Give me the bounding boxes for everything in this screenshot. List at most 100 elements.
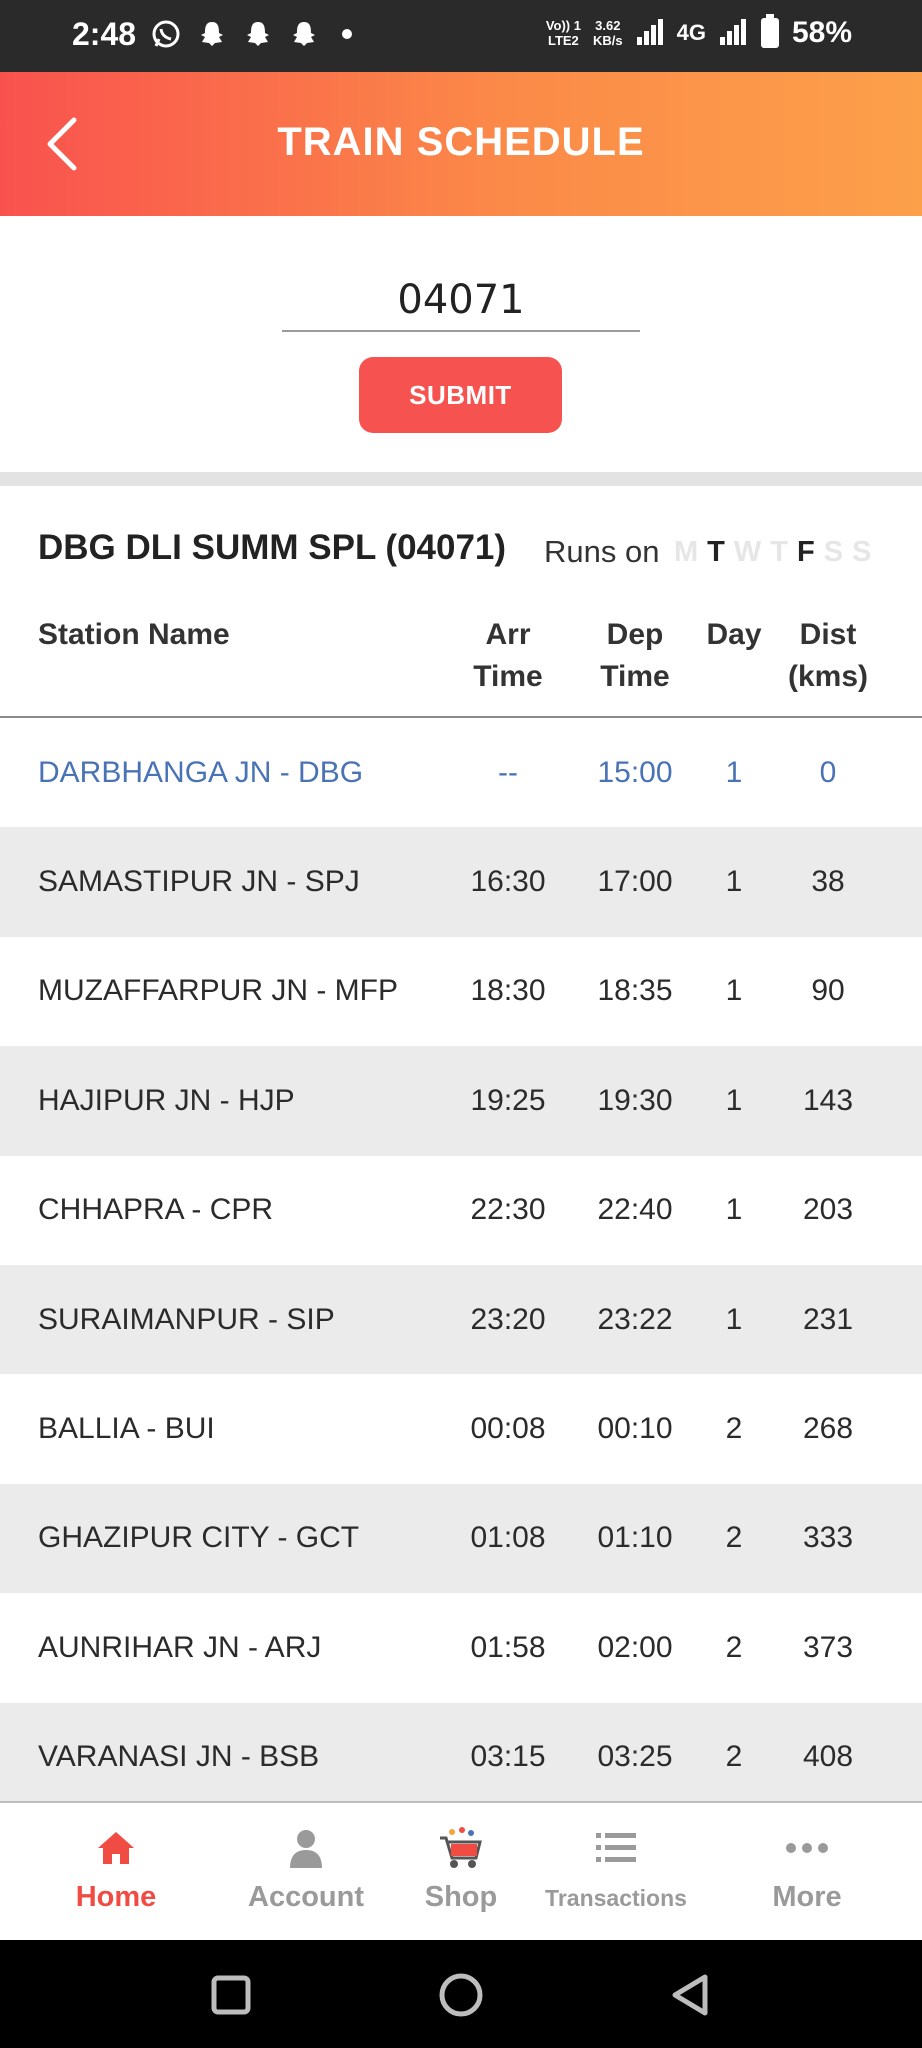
section-divider <box>0 472 922 486</box>
status-bar: 2:48 Vo)) 1 LTE2 3.62 KB/s 4G 58% <box>0 0 922 72</box>
runs-on-label: Runs on <box>544 534 660 569</box>
back-triangle-icon <box>672 1974 708 2016</box>
departure-time: 02:00 <box>597 1630 673 1664</box>
arrival-time: 00:08 <box>470 1412 546 1446</box>
departure-time: 17:00 <box>597 865 673 899</box>
network-speed: 3.62 KB/s <box>592 17 623 48</box>
arrival-time: 19:25 <box>470 1083 546 1117</box>
station-name: GHAZIPUR CITY - GCT <box>38 1521 360 1555</box>
distance: 203 <box>802 1193 854 1227</box>
day-number: 2 <box>725 1740 743 1774</box>
day-number: 1 <box>725 865 743 899</box>
day-number: 2 <box>725 1412 743 1446</box>
table-row[interactable]: MUZAFFARPUR JN - MFP 18:30 18:35 1 90 <box>0 937 922 1046</box>
header-dep-time: Dep Time <box>600 618 670 693</box>
running-days: MTWTFSS <box>674 536 871 569</box>
day-3: T <box>770 536 788 568</box>
departure-time: 19:30 <box>597 1083 673 1117</box>
departure-time: 15:00 <box>597 755 673 789</box>
day-number: 1 <box>725 974 743 1008</box>
departure-time: 23:22 <box>597 1302 673 1336</box>
header-station-name: Station Name <box>38 618 230 651</box>
train-number-field <box>282 262 640 332</box>
station-name: SURAIMANPUR - SIP <box>38 1302 335 1336</box>
snapchat-icon <box>196 18 228 50</box>
train-name: DBG DLI SUMM SPL (04071) <box>38 528 507 567</box>
battery-percent: 58% <box>791 15 852 49</box>
submit-button[interactable]: SUBMIT <box>359 357 562 433</box>
arrival-time: 16:30 <box>470 865 546 899</box>
departure-time: 03:25 <box>597 1740 673 1774</box>
day-0: M <box>674 536 699 568</box>
home-icon <box>96 1827 136 1869</box>
distance: 0 <box>819 755 837 789</box>
header-day: Day <box>706 618 762 651</box>
table-row[interactable]: HAJIPUR JN - HJP 19:25 19:30 1 143 <box>0 1046 922 1156</box>
distance: 143 <box>802 1083 854 1117</box>
distance: 231 <box>802 1302 854 1336</box>
table-row[interactable]: BALLIA - BUI 00:08 00:10 2 268 <box>0 1374 922 1483</box>
header-arr-time: Arr Time <box>473 618 543 693</box>
nav-shop[interactable]: Shop <box>416 1803 506 1940</box>
day-2: W <box>733 536 762 568</box>
table-row[interactable]: GHAZIPUR CITY - GCT 01:08 01:10 2 333 <box>0 1483 922 1594</box>
recents-button[interactable] <box>206 1970 256 2020</box>
arrival-time: 01:08 <box>470 1521 546 1555</box>
day-number: 1 <box>725 755 743 789</box>
station-name: HAJIPUR JN - HJP <box>38 1083 295 1117</box>
table-row[interactable]: DARBHANGA JN - DBG -- 15:00 1 0 <box>0 718 922 827</box>
snapchat-icon <box>242 18 274 50</box>
table-row[interactable]: CHHAPRA - CPR 22:30 22:40 1 203 <box>0 1156 922 1265</box>
distance: 38 <box>811 865 845 899</box>
recents-icon <box>211 1975 251 2015</box>
day-5: S <box>823 536 844 568</box>
schedule-table-header: Station Name Arr Time Dep Time Day Dist … <box>0 614 922 718</box>
nav-home[interactable]: Home <box>60 1803 172 1940</box>
arrival-time: 18:30 <box>470 974 546 1008</box>
volte-indicator: Vo)) 1 LTE2 <box>545 17 581 48</box>
day-number: 1 <box>725 1302 743 1336</box>
bottom-navigation: Home Account Shop Transactions More <box>0 1803 922 1940</box>
app-header: TRAIN SCHEDULE <box>0 72 922 216</box>
distance: 90 <box>811 974 845 1008</box>
nav-account[interactable]: Account <box>240 1803 372 1940</box>
day-1: T <box>707 536 725 568</box>
table-row[interactable]: VARANASI JN - BSB 03:15 03:25 2 408 <box>0 1702 922 1812</box>
distance: 333 <box>802 1521 854 1555</box>
station-name: BALLIA - BUI <box>38 1412 215 1446</box>
system-home-button[interactable] <box>436 1970 486 2020</box>
station-name: CHHAPRA - CPR <box>38 1193 274 1227</box>
arrival-time: 23:20 <box>470 1302 546 1336</box>
account-icon <box>288 1827 324 1869</box>
home-circle-icon <box>439 1973 483 2017</box>
station-name: SAMASTIPUR JN - SPJ <box>38 865 360 899</box>
station-name: DARBHANGA JN - DBG <box>38 755 364 789</box>
battery-icon <box>760 14 780 51</box>
nav-transactions[interactable]: Transactions <box>540 1803 692 1940</box>
train-number-input[interactable] <box>282 262 640 330</box>
status-time: 2:48 <box>72 16 137 52</box>
day-6: S <box>852 536 872 568</box>
day-number: 1 <box>725 1193 743 1227</box>
system-back-button[interactable] <box>666 1970 716 2020</box>
departure-time: 00:10 <box>597 1412 673 1446</box>
station-name: MUZAFFARPUR JN - MFP <box>38 974 398 1008</box>
notification-dot-icon <box>342 29 352 39</box>
schedule-table-body: DARBHANGA JN - DBG -- 15:00 1 0 SAMASTIPUR JN… <box>0 718 922 1812</box>
signal-icon <box>718 17 748 48</box>
departure-time: 18:35 <box>597 974 673 1008</box>
distance: 373 <box>802 1630 854 1664</box>
more-dots-icon <box>785 1827 829 1869</box>
table-row[interactable]: AUNRIHAR JN - ARJ 01:58 02:00 2 373 <box>0 1593 922 1702</box>
table-row[interactable]: SAMASTIPUR JN - SPJ 16:30 17:00 1 38 <box>0 827 922 937</box>
table-row[interactable]: SURAIMANPUR - SIP 23:20 23:22 1 231 <box>0 1264 922 1375</box>
whatsapp-icon <box>150 18 182 50</box>
distance: 408 <box>802 1740 854 1774</box>
nav-more[interactable]: More <box>760 1803 854 1940</box>
shopping-cart-icon <box>438 1827 484 1869</box>
snapchat-icon <box>288 18 320 50</box>
distance: 268 <box>802 1412 854 1446</box>
departure-time: 22:40 <box>597 1193 673 1227</box>
day-number: 1 <box>725 1083 743 1117</box>
day-number: 2 <box>725 1630 743 1664</box>
